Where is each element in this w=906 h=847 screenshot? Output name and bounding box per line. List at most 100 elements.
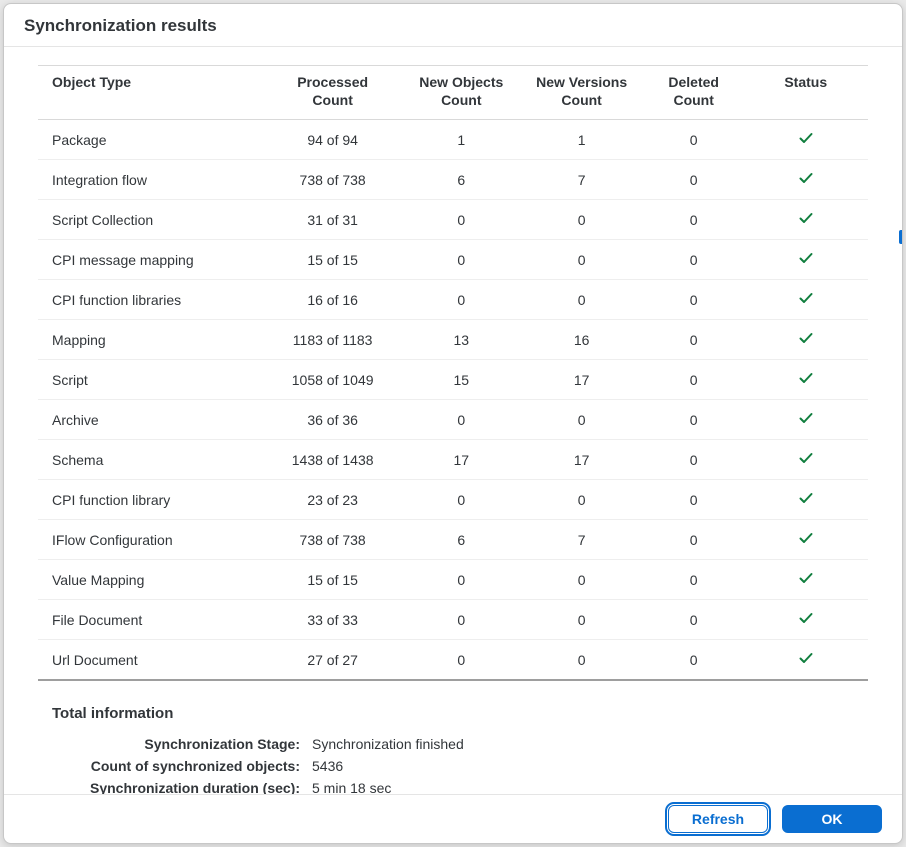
cell-new-versions-count: 1	[519, 120, 644, 160]
cell-status	[743, 280, 868, 320]
cell-new-objects-count: 0	[403, 640, 519, 681]
check-icon	[798, 453, 814, 469]
table-row: CPI message mapping15 of 15000	[38, 240, 868, 280]
column-header-new-objects-count: New Objects Count	[403, 66, 519, 120]
table-row: IFlow Configuration738 of 738670	[38, 520, 868, 560]
table-row: Mapping1183 of 118313160	[38, 320, 868, 360]
cell-new-versions-count: 0	[519, 280, 644, 320]
cell-processed-count: 1058 of 1049	[262, 360, 403, 400]
check-icon	[798, 613, 814, 629]
cell-new-objects-count: 1	[403, 120, 519, 160]
cell-processed-count: 33 of 33	[262, 600, 403, 640]
cell-new-objects-count: 17	[403, 440, 519, 480]
cell-new-versions-count: 0	[519, 240, 644, 280]
table-row: CPI function libraries16 of 16000	[38, 280, 868, 320]
cell-status	[743, 400, 868, 440]
cell-object-type: CPI message mapping	[38, 240, 262, 280]
check-icon	[798, 413, 814, 429]
table-row: File Document33 of 33000	[38, 600, 868, 640]
sync-stage-value: Synchronization finished	[312, 736, 464, 752]
cell-status	[743, 360, 868, 400]
cell-new-objects-count: 6	[403, 520, 519, 560]
edge-marker	[899, 230, 903, 244]
sync-stage-label: Synchronization Stage:	[52, 736, 312, 752]
cell-status	[743, 440, 868, 480]
cell-object-type: Script	[38, 360, 262, 400]
column-header-processed-l1: Processed	[297, 74, 368, 90]
check-icon	[798, 253, 814, 269]
cell-new-objects-count: 0	[403, 480, 519, 520]
column-header-processed-l2: Count	[312, 92, 352, 108]
check-icon	[798, 493, 814, 509]
sync-count-value: 5436	[312, 758, 343, 774]
cell-deleted-count: 0	[644, 640, 744, 681]
cell-new-versions-count: 17	[519, 360, 644, 400]
dialog-title: Synchronization results	[4, 4, 902, 47]
cell-new-versions-count: 16	[519, 320, 644, 360]
check-icon	[798, 653, 814, 669]
cell-new-objects-count: 0	[403, 600, 519, 640]
cell-deleted-count: 0	[644, 600, 744, 640]
table-row: Integration flow738 of 738670	[38, 160, 868, 200]
cell-new-versions-count: 17	[519, 440, 644, 480]
cell-new-objects-count: 0	[403, 400, 519, 440]
cell-new-versions-count: 0	[519, 640, 644, 681]
cell-new-objects-count: 6	[403, 160, 519, 200]
cell-deleted-count: 0	[644, 520, 744, 560]
cell-new-versions-count: 0	[519, 400, 644, 440]
ok-button[interactable]: OK	[782, 805, 882, 833]
cell-object-type: IFlow Configuration	[38, 520, 262, 560]
column-header-newobj-l2: Count	[441, 92, 481, 108]
sync-duration-value: 5 min 18 sec	[312, 780, 391, 794]
cell-status	[743, 480, 868, 520]
total-information-header: Total information	[52, 705, 868, 722]
column-header-object-type: Object Type	[38, 66, 262, 120]
table-row: Archive36 of 36000	[38, 400, 868, 440]
dialog-body[interactable]: Object Type Processed Count New Objects …	[4, 47, 902, 794]
total-information-block: Total information Synchronization Stage:…	[52, 705, 868, 794]
cell-status	[743, 600, 868, 640]
cell-status	[743, 200, 868, 240]
table-row: CPI function library23 of 23000	[38, 480, 868, 520]
cell-processed-count: 738 of 738	[262, 520, 403, 560]
cell-deleted-count: 0	[644, 160, 744, 200]
cell-processed-count: 15 of 15	[262, 240, 403, 280]
cell-processed-count: 1183 of 1183	[262, 320, 403, 360]
column-header-processed-count: Processed Count	[262, 66, 403, 120]
check-icon	[798, 333, 814, 349]
table-row: Script Collection31 of 31000	[38, 200, 868, 240]
cell-processed-count: 15 of 15	[262, 560, 403, 600]
cell-object-type: Integration flow	[38, 160, 262, 200]
column-header-deleted-count: Deleted Count	[644, 66, 744, 120]
table-row: Value Mapping15 of 15000	[38, 560, 868, 600]
cell-object-type: Package	[38, 120, 262, 160]
cell-new-objects-count: 13	[403, 320, 519, 360]
cell-processed-count: 738 of 738	[262, 160, 403, 200]
sync-results-dialog: Synchronization results Object Type Proc…	[3, 3, 903, 844]
cell-new-versions-count: 0	[519, 560, 644, 600]
cell-status	[743, 160, 868, 200]
dialog-footer: Refresh OK	[4, 794, 902, 843]
column-header-newobj-l1: New Objects	[419, 74, 503, 90]
column-header-new-versions-count: New Versions Count	[519, 66, 644, 120]
table-row: Package94 of 94110	[38, 120, 868, 160]
cell-new-versions-count: 7	[519, 160, 644, 200]
cell-deleted-count: 0	[644, 320, 744, 360]
cell-object-type: Script Collection	[38, 200, 262, 240]
check-icon	[798, 173, 814, 189]
cell-object-type: Value Mapping	[38, 560, 262, 600]
cell-deleted-count: 0	[644, 400, 744, 440]
column-header-newver-l2: Count	[561, 92, 601, 108]
cell-new-objects-count: 0	[403, 560, 519, 600]
cell-new-versions-count: 0	[519, 200, 644, 240]
cell-new-objects-count: 0	[403, 280, 519, 320]
table-row: Schema1438 of 143817170	[38, 440, 868, 480]
check-icon	[798, 213, 814, 229]
refresh-button[interactable]: Refresh	[668, 805, 768, 833]
cell-deleted-count: 0	[644, 440, 744, 480]
cell-status	[743, 640, 868, 681]
cell-object-type: File Document	[38, 600, 262, 640]
results-table: Object Type Processed Count New Objects …	[38, 65, 868, 681]
cell-status	[743, 520, 868, 560]
cell-processed-count: 27 of 27	[262, 640, 403, 681]
